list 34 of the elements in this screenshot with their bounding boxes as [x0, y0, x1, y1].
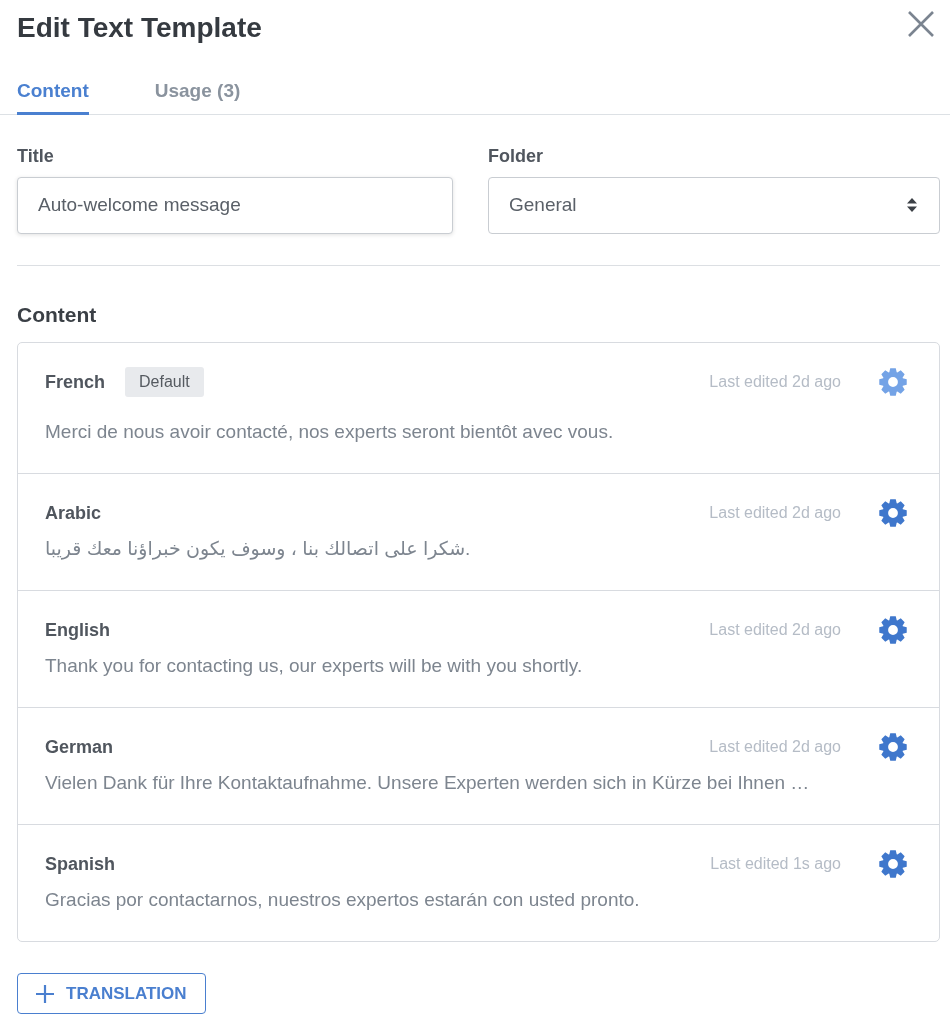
language-name: French	[45, 371, 105, 393]
folder-select[interactable]: General	[488, 176, 940, 234]
message-text: Merci de nous avoir contacté, nos experts seront bientôt avec vous.	[45, 421, 615, 443]
title-input[interactable]: Auto-welcome message	[17, 176, 453, 234]
message-text: Thank you for contacting us, our experts will be with you shortly.	[45, 655, 584, 677]
last-edited-time: Last edited 2d ago	[709, 738, 841, 756]
language-name: English	[45, 619, 110, 641]
close-button[interactable]	[907, 10, 935, 38]
settings-icon[interactable]	[879, 616, 907, 644]
section-heading: Content	[17, 302, 98, 328]
last-edited-time: Last edited 1s ago	[710, 855, 841, 873]
field-label: Title	[17, 144, 54, 167]
default-badge: Default	[125, 367, 204, 397]
language-name: Spanish	[45, 853, 115, 875]
last-edited-time: Last edited 2d ago	[709, 504, 841, 522]
settings-icon[interactable]	[879, 499, 907, 527]
language-name: German	[45, 736, 114, 758]
plus-icon	[36, 984, 54, 1003]
settings-icon[interactable]	[879, 368, 907, 396]
settings-icon[interactable]	[879, 850, 907, 878]
field-label: Folder	[488, 144, 543, 167]
message-text: شكرا على اتصالك بنا ، وسوف يكون خبراؤنا معك قريبا.	[45, 538, 472, 560]
settings-icon[interactable]	[879, 733, 907, 761]
last-edited-time: Last edited 2d ago	[709, 373, 841, 391]
message-text: Vielen Dank für Ihre Kontaktaufnahme. Unsere Experten werden sich in Kürze bei Ihnen …	[45, 772, 811, 794]
tab[interactable]: Content	[17, 72, 89, 115]
message-text: Gracias por contactarnos, nuestros expertos estarán con usted pronto.	[45, 889, 641, 911]
last-edited-time: Last edited 2d ago	[709, 621, 841, 639]
language-name: Arabic	[45, 502, 102, 524]
close-icon	[907, 10, 935, 38]
dialog-title: Edit Text Template	[17, 11, 262, 45]
tab[interactable]: Usage (3)	[154, 72, 241, 115]
add-translation-button[interactable]: TRANSLATION	[17, 973, 206, 1014]
updown-caret-icon	[907, 198, 917, 212]
